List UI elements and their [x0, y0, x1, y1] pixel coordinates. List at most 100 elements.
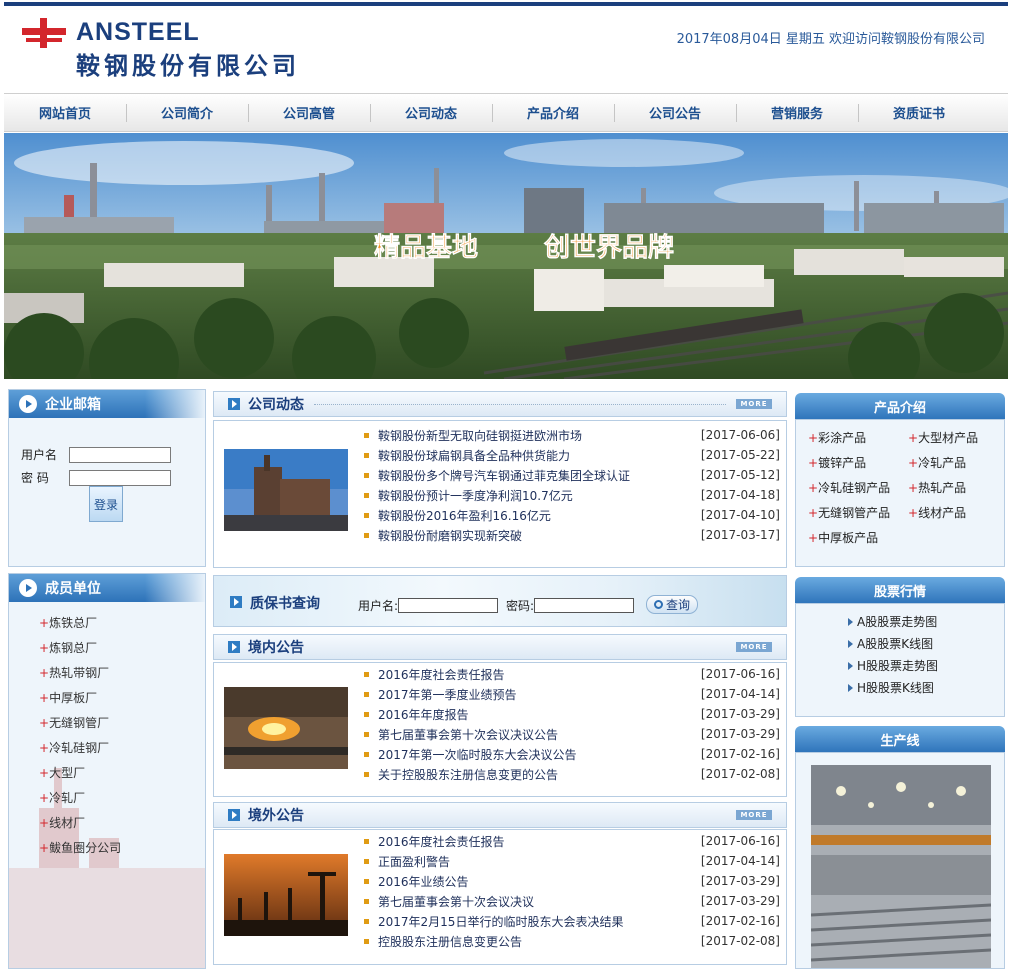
- announcement-item[interactable]: 2016年年度报告 [2017-03-29]: [364, 704, 780, 724]
- nav-announcements[interactable]: 公司公告: [614, 94, 736, 131]
- nav-news[interactable]: 公司动态: [370, 94, 492, 131]
- member-item[interactable]: +无缝钢管厂: [39, 714, 121, 739]
- product-link[interactable]: +中厚板产品: [808, 529, 878, 546]
- members-header: 成员单位: [9, 574, 205, 602]
- member-item[interactable]: +炼铁总厂: [39, 614, 121, 639]
- news-item[interactable]: 鞍钢股份耐磨钢实现新突破 [2017-03-17]: [364, 525, 780, 545]
- product-link[interactable]: +大型材产品: [908, 429, 978, 446]
- member-item[interactable]: +炼钢总厂: [39, 639, 121, 664]
- arrow-circle-icon: [19, 579, 37, 597]
- play-square-icon: [228, 641, 240, 653]
- triangle-right-icon: [848, 684, 853, 692]
- banner-slogan-part1: 精品基地: [374, 233, 478, 263]
- mailbox-title: 企业邮箱: [45, 397, 101, 413]
- banner-slogan-part2: 创世界品牌: [543, 232, 674, 263]
- member-item[interactable]: +热轧带钢厂: [39, 664, 121, 689]
- product-link[interactable]: +冷轧硅钢产品: [808, 479, 890, 496]
- arrow-circle-icon: [19, 395, 37, 413]
- product-link[interactable]: +热轧产品: [908, 479, 966, 496]
- nav-home[interactable]: 网站首页: [4, 94, 126, 131]
- stock-chart-link[interactable]: H股股票K线图: [848, 679, 934, 696]
- announcement-item[interactable]: 2016年度社会责任报告 [2017-06-16]: [364, 831, 780, 851]
- company-news-more-button[interactable]: MORE: [736, 399, 772, 409]
- warranty-pass-input[interactable]: [534, 598, 635, 613]
- mailbox-pass-input[interactable]: [69, 469, 171, 486]
- announcement-item[interactable]: 2017年2月15日举行的临时股东大会表决结果 [2017-02-16]: [364, 911, 780, 931]
- stocks-panel: A股股票走势图 A股股票K线图 H股股票走势图 H股股票K线图: [795, 603, 1005, 717]
- domestic-title: 境内公告: [248, 640, 304, 656]
- product-link[interactable]: +线材产品: [908, 504, 966, 521]
- mailbox-user-input[interactable]: [69, 446, 171, 463]
- members-list: +炼铁总厂 +炼钢总厂 +热轧带钢厂 +中厚板厂 +无缝钢管厂 +冷轧硅钢厂 +…: [39, 614, 121, 864]
- nav-certificates[interactable]: 资质证书: [858, 94, 980, 131]
- product-link[interactable]: +彩涂产品: [808, 429, 866, 446]
- nav-about[interactable]: 公司简介: [126, 94, 248, 131]
- news-item[interactable]: 鞍钢股份2016年盈利16.16亿元 [2017-04-10]: [364, 505, 780, 525]
- warranty-user-label: 用户名:: [358, 599, 399, 613]
- production-line-photo[interactable]: [811, 765, 991, 969]
- overseas-panel: 2016年度社会责任报告 [2017-06-16] 正面盈利警告 [2017-04-…: [213, 829, 787, 965]
- announcement-item[interactable]: 正面盈利警告 [2017-04-14]: [364, 851, 780, 871]
- product-link[interactable]: +冷轧产品: [908, 454, 966, 471]
- domestic-photo: [224, 687, 348, 769]
- warranty-query-button[interactable]: 查询: [646, 595, 698, 614]
- overseas-list: 2016年度社会责任报告 [2017-06-16] 正面盈利警告 [2017-04-…: [364, 831, 780, 951]
- mailbox-pass-row: 密 码: [21, 469, 171, 486]
- news-item[interactable]: 鞍钢股份球扁钢具备全品种供货能力 [2017-05-22]: [364, 445, 780, 465]
- announcement-item[interactable]: 第七届董事会第十次会议决议 [2017-03-29]: [364, 891, 780, 911]
- nav-sales[interactable]: 营销服务: [736, 94, 858, 131]
- warranty-user-input[interactable]: [398, 598, 499, 613]
- company-logo[interactable]: ANSTEEL 鞍钢股份有限公司: [22, 16, 352, 80]
- product-link[interactable]: +无缝钢管产品: [808, 504, 890, 521]
- announcement-item[interactable]: 2016年度社会责任报告 [2017-06-16]: [364, 664, 780, 684]
- main-nav: 网站首页 公司简介 公司高管 公司动态 产品介绍 公司公告 营销服务 资质证书: [4, 93, 1008, 132]
- news-item[interactable]: 鞍钢股份新型无取向硅钢挺进欧洲市场 [2017-06-06]: [364, 425, 780, 445]
- company-news-list: 鞍钢股份新型无取向硅钢挺进欧洲市场 [2017-06-06] 鞍钢股份球扁钢具备全…: [364, 425, 780, 545]
- stock-chart-link[interactable]: A股股票K线图: [848, 635, 933, 652]
- domestic-header: 境内公告 MORE: [213, 634, 787, 660]
- stock-chart-link[interactable]: H股股票走势图: [848, 657, 938, 674]
- production-header: 生产线: [795, 726, 1005, 752]
- nav-products[interactable]: 产品介绍: [492, 94, 614, 131]
- domestic-list: 2016年度社会责任报告 [2017-06-16] 2017年第一季度业绩预告 [2…: [364, 664, 780, 784]
- company-news-photo: [224, 449, 348, 531]
- member-item[interactable]: +大型厂: [39, 764, 121, 789]
- domestic-panel: 2016年度社会责任报告 [2017-06-16] 2017年第一季度业绩预告 [2…: [213, 662, 787, 797]
- logo-chinese-name: 鞍钢股份有限公司: [76, 52, 300, 80]
- warranty-query-label: 查询: [665, 598, 690, 612]
- announcement-item[interactable]: 控股股东注册信息变更公告 [2017-02-08]: [364, 931, 780, 951]
- ansteel-logo-icon: [22, 18, 66, 48]
- member-item[interactable]: +冷轧硅钢厂: [39, 739, 121, 764]
- stock-chart-link[interactable]: A股股票走势图: [848, 613, 937, 630]
- magnifier-icon: [653, 600, 663, 609]
- mailbox-panel: 企业邮箱 用户名 密 码 登录: [8, 389, 206, 567]
- mailbox-user-row: 用户名: [21, 446, 171, 463]
- member-item[interactable]: +冷轧厂: [39, 789, 121, 814]
- domestic-more-button[interactable]: MORE: [736, 642, 772, 652]
- member-item[interactable]: +鲅鱼圈分公司: [39, 839, 121, 864]
- news-item[interactable]: 鞍钢股份多个牌号汽车钢通过菲克集团全球认证 [2017-05-12]: [364, 465, 780, 485]
- company-news-header: 公司动态 MORE: [213, 391, 787, 417]
- triangle-right-icon: [848, 662, 853, 670]
- company-news-panel: 鞍钢股份新型无取向硅钢挺进欧洲市场 [2017-06-06] 鞍钢股份球扁钢具备全…: [213, 420, 787, 568]
- login-button[interactable]: 登录: [89, 486, 123, 522]
- announcement-item[interactable]: 第七届董事会第十次会议决议公告 [2017-03-29]: [364, 724, 780, 744]
- announcement-item[interactable]: 2017年第一次临时股东大会决议公告 [2017-02-16]: [364, 744, 780, 764]
- steel-plant-panorama: 精品基地 创世界品牌: [4, 133, 1008, 379]
- announcement-item[interactable]: 2016年业绩公告 [2017-03-29]: [364, 871, 780, 891]
- play-square-icon: [228, 809, 240, 821]
- nav-executives[interactable]: 公司高管: [248, 94, 370, 131]
- member-item[interactable]: +中厚板厂: [39, 689, 121, 714]
- news-item[interactable]: 鞍钢股份预计一季度净利润10.7亿元 [2017-04-18]: [364, 485, 780, 505]
- overseas-more-button[interactable]: MORE: [736, 810, 772, 820]
- top-accent-line: [4, 2, 1008, 6]
- triangle-right-icon: [848, 640, 853, 648]
- announcement-item[interactable]: 2017年第一季度业绩预告 [2017-04-14]: [364, 684, 780, 704]
- announcement-item[interactable]: 关于控股股东注册信息变更的公告 [2017-02-08]: [364, 764, 780, 784]
- member-item[interactable]: +线材厂: [39, 814, 121, 839]
- play-square-icon: [228, 398, 240, 410]
- production-panel: [795, 752, 1005, 969]
- overseas-header: 境外公告 MORE: [213, 802, 787, 828]
- members-panel: 成员单位 +炼铁总厂 +炼钢总厂 +热轧带钢厂 +中厚板厂 +无缝钢管厂 +冷轧…: [8, 573, 206, 969]
- product-link[interactable]: +镀锌产品: [808, 454, 866, 471]
